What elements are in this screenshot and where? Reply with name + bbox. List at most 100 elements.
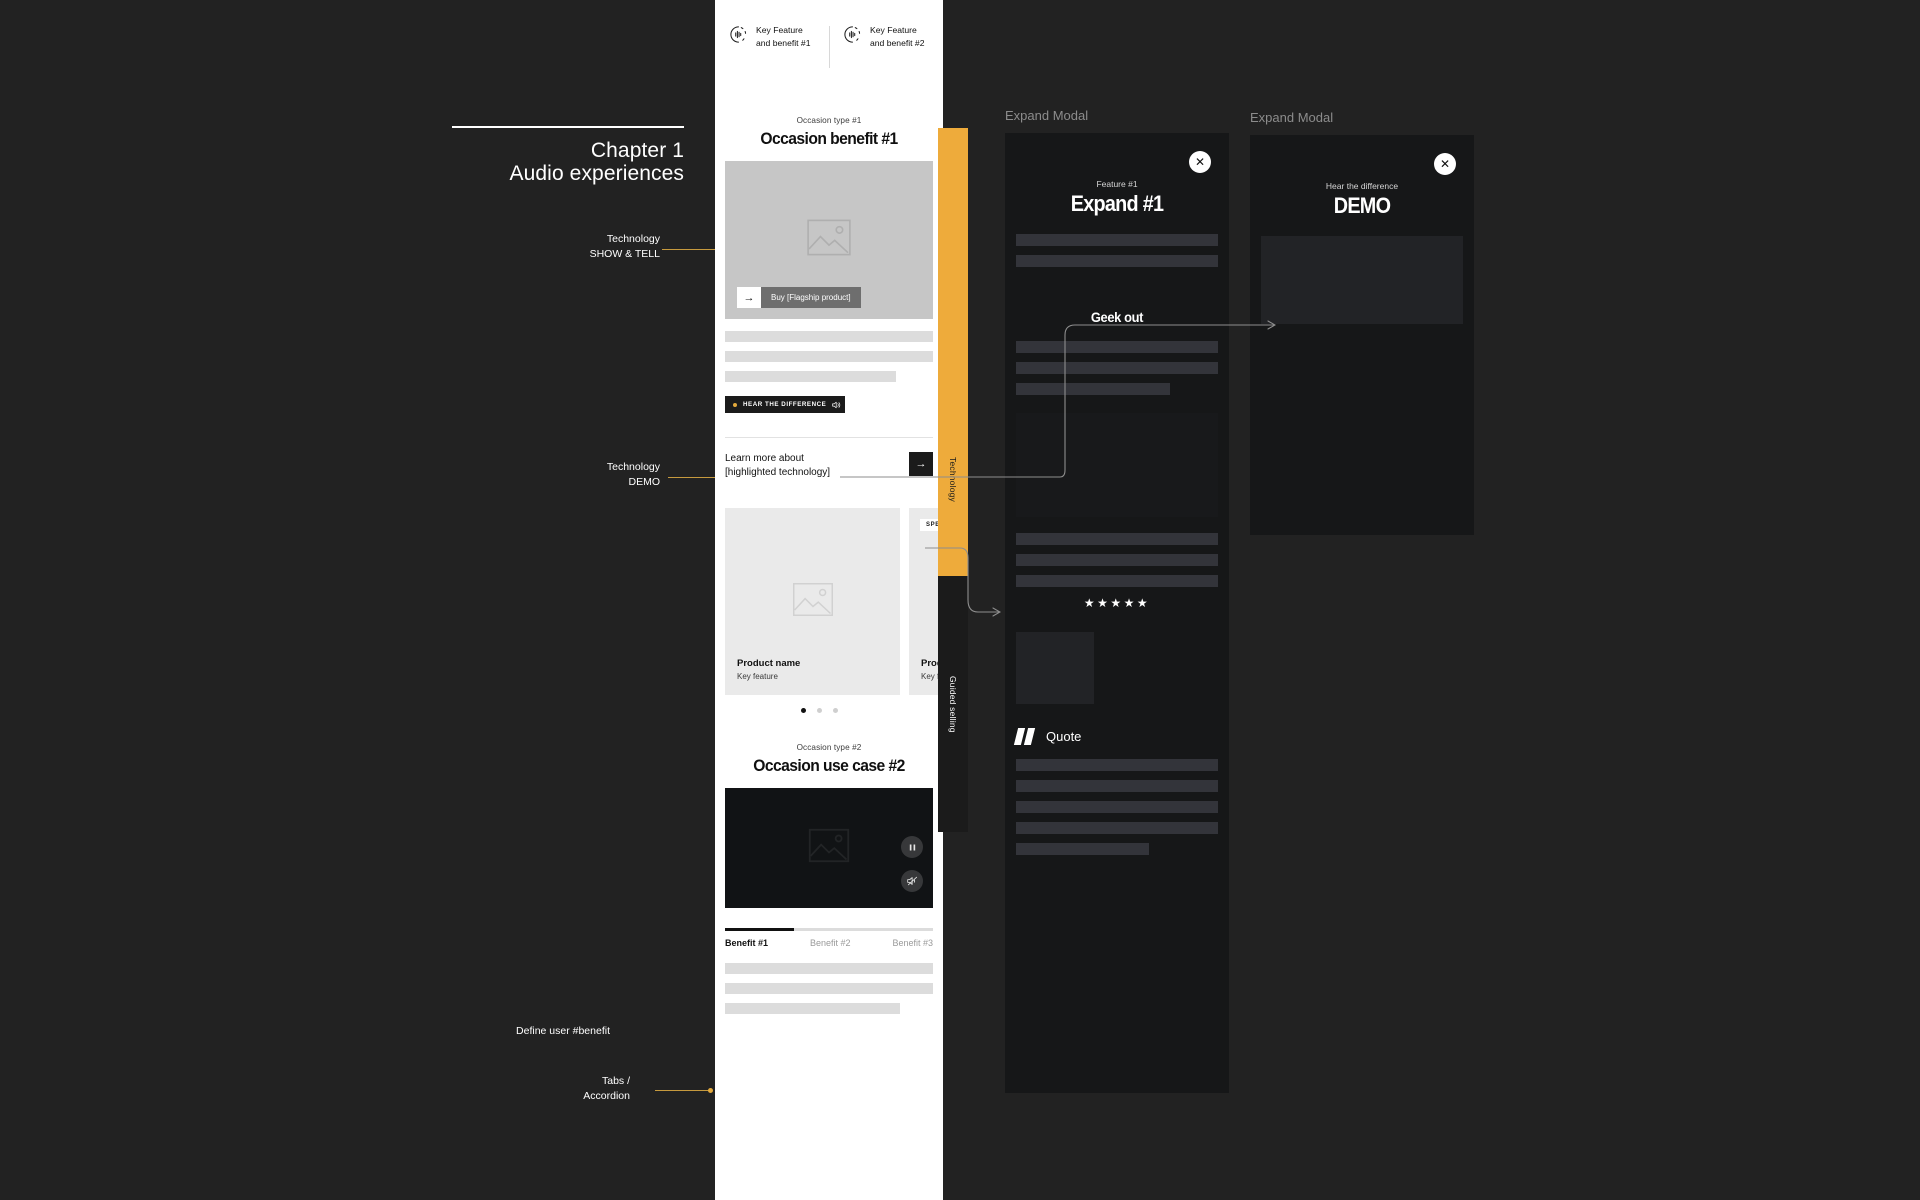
benefit-tabs[interactable]: Benefit #1 Benefit #2 Benefit #3 [725,928,933,1014]
expand-modal-2-title: DEMO [1333,193,1391,218]
quote-body [1016,759,1218,855]
annotation-line-2: Accordion [583,1090,630,1102]
close-icon[interactable]: ✕ [1189,151,1211,173]
chapter-number: Chapter 1 [590,139,684,162]
key-feature-line-2: and benefit #2 [870,38,925,48]
learn-more-row[interactable]: Learn more about [highlighted technology… [725,452,933,480]
side-tab-guided-selling-label: Guided selling [948,675,958,733]
annotation-tabs-accordion: Tabs / Accordion [500,1074,630,1104]
tab-labels[interactable]: Benefit #1 Benefit #2 Benefit #3 [725,938,933,948]
mute-icon[interactable] [901,870,923,892]
thumbnail-placeholder [1016,632,1094,704]
expand-modal-1: Expand Modal ✕ Feature #1 Expand #1 Geek… [1005,108,1229,1093]
occasion-1-title: Occasion benefit #1 [760,129,898,148]
chapter-title: Audio experiences [509,162,684,185]
tab-indicator-active [725,928,794,931]
text-placeholder-line [725,371,896,382]
product-carousel[interactable]: Product name Key feature SPECIAL Product… [725,508,943,695]
text-placeholder-line [1016,255,1218,267]
key-feature-line-2: and benefit #1 [756,38,811,48]
canvas: Chapter 1 Audio experiences Technology S… [0,0,1920,1200]
learn-more-text: Learn more about [highlighted technology… [725,452,830,480]
pause-icon[interactable] [901,836,923,858]
key-feature-item[interactable]: Key Feature and benefit #2 [829,24,943,86]
text-placeholder-line [725,963,933,974]
expand-modal-2: Expand Modal ✕ Hear the difference DEMO [1250,110,1474,535]
chapter-rule [452,126,684,128]
side-tab-guided-selling[interactable]: Guided selling [938,576,968,832]
hear-the-difference-label: HEAR THE DIFFERENCE [743,401,827,408]
text-placeholder-line [1016,341,1218,353]
demo-media-placeholder [1261,236,1463,324]
occasion-2-kicker: Occasion type #2 [796,743,862,752]
quote-label: Quote [1046,729,1082,744]
key-feature-line-1: Key Feature [870,25,917,35]
key-feature-text: Key Feature and benefit #1 [756,24,810,50]
section-divider [725,437,933,438]
arrow-right-icon[interactable]: → [737,287,761,308]
occasion-1-body-placeholder [725,331,933,382]
expand-modal-1-title: Expand #1 [1070,191,1164,216]
annotation-line-1: Technology [606,461,660,473]
quote-mark-icon [1013,728,1036,745]
annotation-line-1: Tabs / [601,1075,630,1087]
expand-modal-2-kicker: Hear the difference [1325,181,1399,191]
text-placeholder-line [1016,234,1218,246]
text-placeholder-line [1016,533,1218,545]
key-feature-row: Key Feature and benefit #1 Key Feature a… [715,0,943,86]
text-placeholder-line [1016,554,1218,566]
buy-cta[interactable]: → Buy [Flagship product] [737,287,861,308]
text-placeholder-line [725,983,933,994]
tab-benefit-3[interactable]: Benefit #3 [892,938,933,948]
product-name: Product name [737,658,801,669]
image-placeholder-icon [808,828,850,868]
arrow-right-icon: → [915,458,927,470]
expand-modal-1-body [1016,234,1218,267]
tab-benefit-2[interactable]: Benefit #2 [810,938,851,948]
text-placeholder-line [725,331,933,342]
buy-button-label[interactable]: Buy [Flagship product] [761,287,861,308]
product-card[interactable]: Product name Key feature [725,508,900,695]
carousel-dot[interactable] [800,708,806,713]
status-dot-icon [733,402,737,407]
expand-modal-1-panel: ✕ Feature #1 Expand #1 Geek out ★★★★★ Qu… [1005,133,1229,1093]
leader-line-tabs-accordion [655,1087,713,1093]
expand-modal-1-label: Expand Modal [1005,108,1089,123]
expand-modal-1-kicker: Feature #1 [1096,179,1138,189]
audio-wave-icon [843,25,862,44]
learn-more-arrow-button[interactable]: → [909,452,933,476]
chapter-heading: Chapter 1 Audio experiences [300,140,684,185]
text-placeholder-line [1016,822,1218,834]
product-feature: Key feature [737,672,778,681]
occasion-1-section: Occasion type #1 Occasion benefit #1 [715,116,943,149]
side-tab-technology-label: Technology [948,457,958,503]
carousel-pagination[interactable] [715,708,943,713]
carousel-dot[interactable] [832,708,838,713]
annotation-line-2: DEMO [628,476,661,488]
audio-wave-icon [729,25,748,44]
occasion-2-section: Occasion type #2 Occasion use case #2 [715,743,943,776]
text-placeholder-line [1016,362,1218,374]
learn-more-line-2: [highlighted technology] [725,467,831,478]
close-icon[interactable]: ✕ [1434,153,1456,175]
star-rating: ★★★★★ [1083,596,1151,610]
text-placeholder-line [1016,383,1170,395]
key-feature-item[interactable]: Key Feature and benefit #1 [715,24,829,86]
video-player[interactable] [725,788,933,908]
key-feature-line-1: Key Feature [756,25,803,35]
annotation-show-and-tell: Technology SHOW & TELL [520,232,660,262]
geek-out-body [1016,341,1218,395]
annotation-line-1: Define user #benefit [516,1025,610,1037]
text-placeholder-line [1016,575,1218,587]
occasion-2-title: Occasion use case #2 [753,756,905,775]
carousel-dot[interactable] [816,708,822,713]
key-feature-text: Key Feature and benefit #2 [870,24,924,50]
text-placeholder-line [725,351,933,362]
expand-modal-2-panel: ✕ Hear the difference DEMO [1250,135,1474,535]
occasion-1-kicker: Occasion type #1 [796,116,862,125]
tab-benefit-1[interactable]: Benefit #1 [725,938,768,948]
quote-heading-row: Quote [1013,728,1229,745]
image-placeholder-icon [792,582,834,622]
text-placeholder-line [1016,801,1218,813]
hear-the-difference-button[interactable]: HEAR THE DIFFERENCE [725,396,845,413]
